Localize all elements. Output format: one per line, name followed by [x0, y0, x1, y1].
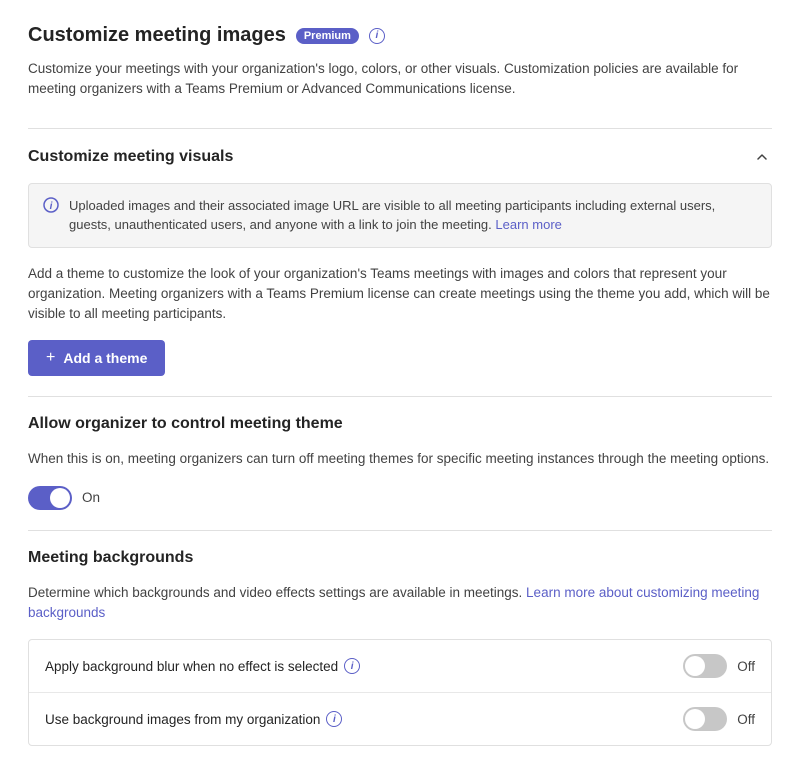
collapse-visuals-icon[interactable]	[752, 147, 772, 167]
section-backgrounds-header: Meeting backgrounds	[28, 549, 772, 567]
section-organizer-header: Allow organizer to control meeting theme	[28, 415, 772, 433]
visuals-description: Add a theme to customize the look of you…	[28, 264, 772, 325]
blur-setting-row: Apply background blur when no effect is …	[29, 640, 771, 693]
organizer-toggle-row: On	[28, 486, 772, 510]
info-learn-more-link[interactable]: Learn more	[495, 217, 561, 232]
info-box-icon: i	[43, 197, 59, 235]
blur-toggle-track[interactable]	[683, 654, 727, 678]
backgrounds-settings-box: Apply background blur when no effect is …	[28, 639, 772, 746]
section-organizer-title: Allow organizer to control meeting theme	[28, 415, 343, 433]
backgrounds-description: Determine which backgrounds and video ef…	[28, 583, 772, 624]
plus-icon: +	[46, 349, 55, 367]
org-images-toggle-track[interactable]	[683, 707, 727, 731]
svg-text:i: i	[50, 201, 53, 212]
org-images-toggle-thumb	[685, 709, 705, 729]
visuals-info-box: i Uploaded images and their associated i…	[28, 183, 772, 248]
blur-toggle[interactable]	[683, 654, 727, 678]
organizer-toggle-thumb	[50, 488, 70, 508]
section-backgrounds-title: Meeting backgrounds	[28, 549, 193, 567]
org-images-setting-label-group: Use background images from my organizati…	[45, 711, 342, 727]
info-box-text: Uploaded images and their associated ima…	[69, 196, 757, 235]
blur-setting-label-group: Apply background blur when no effect is …	[45, 658, 360, 674]
page-info-icon[interactable]: i	[369, 28, 385, 44]
organizer-toggle-track[interactable]	[28, 486, 72, 510]
page-header: Customize meeting images Premium i	[28, 24, 772, 47]
customize-visuals-section: Customize meeting visuals i Uploaded ima…	[28, 128, 772, 377]
organizer-description: When this is on, meeting organizers can …	[28, 449, 772, 469]
section-visuals-title: Customize meeting visuals	[28, 148, 233, 166]
blur-toggle-label: Off	[737, 659, 755, 674]
blur-setting-label: Apply background blur when no effect is …	[45, 659, 338, 674]
blur-setting-right: Off	[683, 654, 755, 678]
section-visuals-header: Customize meeting visuals	[28, 147, 772, 167]
org-images-toggle[interactable]	[683, 707, 727, 731]
premium-badge: Premium	[296, 28, 359, 44]
page-description: Customize your meetings with your organi…	[28, 59, 748, 100]
organizer-toggle-label: On	[82, 490, 100, 505]
organizer-control-section: Allow organizer to control meeting theme…	[28, 396, 772, 509]
add-theme-label: Add a theme	[63, 350, 147, 366]
page-title: Customize meeting images	[28, 24, 286, 47]
org-images-setting-row: Use background images from my organizati…	[29, 693, 771, 745]
org-images-setting-right: Off	[683, 707, 755, 731]
blur-info-icon[interactable]: i	[344, 658, 360, 674]
org-images-info-icon[interactable]: i	[326, 711, 342, 727]
organizer-toggle[interactable]	[28, 486, 72, 510]
blur-toggle-thumb	[685, 656, 705, 676]
add-theme-button[interactable]: + Add a theme	[28, 340, 165, 376]
